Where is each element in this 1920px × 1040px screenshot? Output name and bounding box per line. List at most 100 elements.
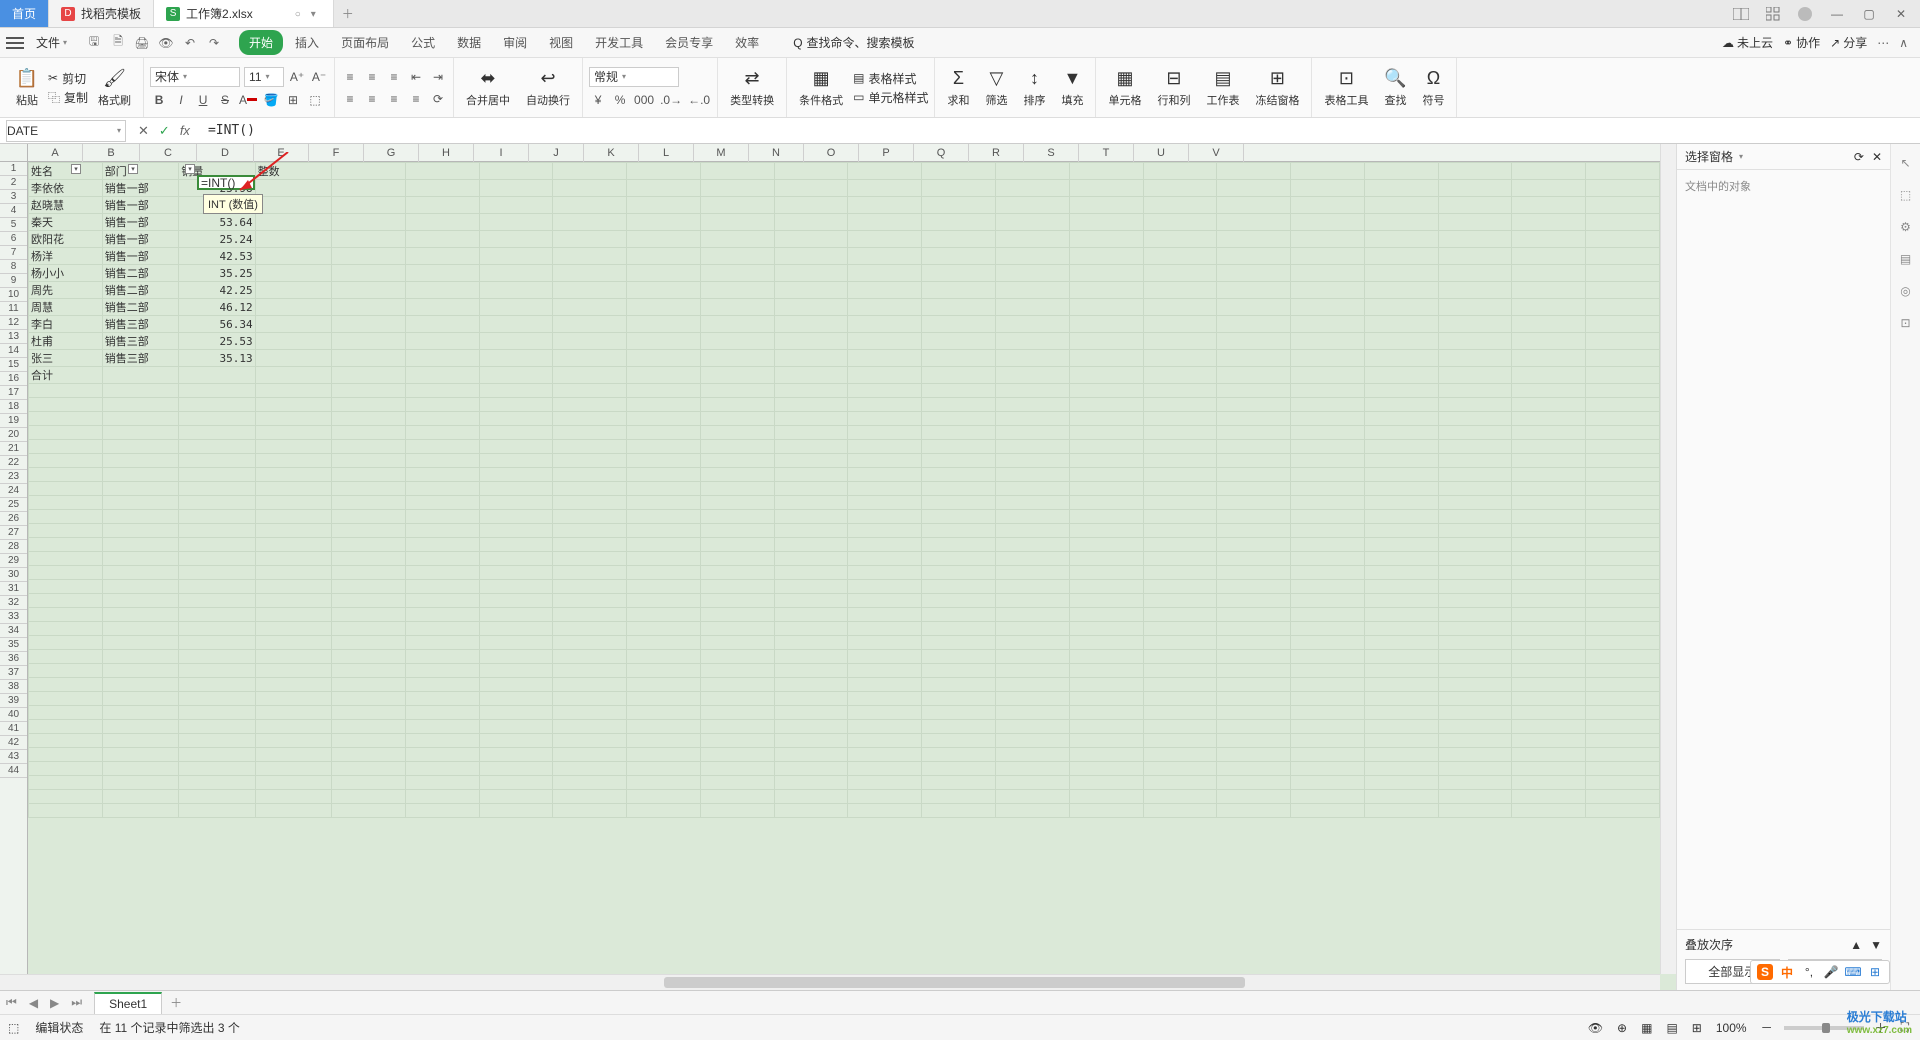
cell[interactable] <box>405 734 479 748</box>
copy-button[interactable]: ⿻复制 <box>48 89 88 106</box>
cell[interactable] <box>1364 804 1438 818</box>
cell[interactable] <box>29 804 103 818</box>
cell[interactable] <box>1512 367 1586 384</box>
cell[interactable] <box>1438 636 1512 650</box>
cell[interactable] <box>700 720 774 734</box>
rowcol-button[interactable]: ⊟行和列 <box>1151 66 1196 110</box>
cell[interactable] <box>1364 720 1438 734</box>
cell[interactable] <box>1512 622 1586 636</box>
cell[interactable] <box>29 482 103 496</box>
cell[interactable] <box>1069 384 1143 398</box>
cell[interactable] <box>700 580 774 594</box>
cell[interactable] <box>179 622 255 636</box>
cell[interactable] <box>996 468 1070 482</box>
cell[interactable] <box>1217 524 1291 538</box>
cell[interactable] <box>29 636 103 650</box>
cell[interactable] <box>700 762 774 776</box>
cell[interactable] <box>627 790 701 804</box>
cell[interactable] <box>255 440 331 454</box>
menutab-insert[interactable]: 插入 <box>285 30 329 55</box>
cell[interactable] <box>848 316 922 333</box>
row-header-37[interactable]: 37 <box>0 666 27 680</box>
cell[interactable] <box>479 426 553 440</box>
cell[interactable] <box>1291 163 1365 180</box>
cell[interactable] <box>848 580 922 594</box>
cell[interactable] <box>479 180 553 197</box>
cell[interactable] <box>922 384 996 398</box>
row-header-39[interactable]: 39 <box>0 694 27 708</box>
cell[interactable] <box>1586 804 1660 818</box>
cell[interactable] <box>1069 282 1143 299</box>
menutab-dev[interactable]: 开发工具 <box>585 30 653 55</box>
cell[interactable] <box>848 398 922 412</box>
cell[interactable] <box>1217 496 1291 510</box>
sheet-tab[interactable]: Sheet1 <box>94 992 162 1014</box>
align-center-icon[interactable]: ≡ <box>363 90 381 108</box>
cell[interactable] <box>996 608 1070 622</box>
cell[interactable] <box>1069 790 1143 804</box>
cell[interactable] <box>1069 566 1143 580</box>
cell[interactable] <box>1217 622 1291 636</box>
cell[interactable] <box>700 426 774 440</box>
share-button[interactable]: ↗分享 <box>1830 34 1867 51</box>
cell[interactable] <box>996 265 1070 282</box>
sheet-button[interactable]: ▤工作表 <box>1200 66 1245 110</box>
cell[interactable] <box>1438 163 1512 180</box>
cell[interactable] <box>479 566 553 580</box>
cell[interactable] <box>255 333 331 350</box>
cell[interactable] <box>922 468 996 482</box>
cell[interactable] <box>627 163 701 180</box>
cell[interactable] <box>1143 594 1217 608</box>
cell[interactable] <box>332 636 406 650</box>
cell[interactable] <box>848 367 922 384</box>
cell[interactable] <box>479 468 553 482</box>
cell[interactable] <box>848 180 922 197</box>
cell[interactable] <box>332 692 406 706</box>
cell[interactable] <box>922 299 996 316</box>
cell[interactable] <box>102 367 178 384</box>
cell[interactable] <box>179 496 255 510</box>
cell[interactable] <box>1143 468 1217 482</box>
cell[interactable] <box>700 333 774 350</box>
tab-close-icon[interactable]: ▾ <box>311 9 321 19</box>
cell[interactable] <box>332 678 406 692</box>
panel-pin-icon[interactable]: ⟳ <box>1854 150 1864 164</box>
cell[interactable] <box>1438 282 1512 299</box>
cell[interactable] <box>29 608 103 622</box>
cell[interactable] <box>332 265 406 282</box>
cell-style-button[interactable]: ▭单元格样式 <box>853 89 928 106</box>
cell[interactable] <box>1364 180 1438 197</box>
cell[interactable] <box>1143 580 1217 594</box>
cell[interactable] <box>553 664 627 678</box>
cell[interactable] <box>1291 197 1365 214</box>
cell[interactable] <box>179 426 255 440</box>
cell[interactable] <box>1291 748 1365 762</box>
cell[interactable] <box>700 622 774 636</box>
cell[interactable] <box>1512 454 1586 468</box>
cell[interactable] <box>29 398 103 412</box>
cell-button[interactable]: ▦单元格 <box>1102 66 1147 110</box>
cell[interactable] <box>774 367 848 384</box>
cell[interactable] <box>553 524 627 538</box>
cell[interactable] <box>700 163 774 180</box>
row-header-13[interactable]: 13 <box>0 330 27 344</box>
cell[interactable] <box>996 214 1070 231</box>
cell[interactable] <box>479 412 553 426</box>
cell[interactable] <box>1512 350 1586 367</box>
cell[interactable]: 42.25 <box>179 282 255 299</box>
cell[interactable] <box>1291 299 1365 316</box>
cell[interactable] <box>479 384 553 398</box>
cell[interactable] <box>774 566 848 580</box>
cell[interactable] <box>1069 552 1143 566</box>
cell[interactable] <box>553 636 627 650</box>
cell[interactable] <box>479 265 553 282</box>
cell[interactable] <box>996 299 1070 316</box>
row-header-3[interactable]: 3 <box>0 190 27 204</box>
cell[interactable] <box>1217 248 1291 265</box>
cell[interactable] <box>1143 231 1217 248</box>
cell[interactable] <box>1143 197 1217 214</box>
cell[interactable] <box>1364 282 1438 299</box>
cell[interactable] <box>922 664 996 678</box>
cell[interactable] <box>922 678 996 692</box>
cell[interactable]: 25.24 <box>179 231 255 248</box>
